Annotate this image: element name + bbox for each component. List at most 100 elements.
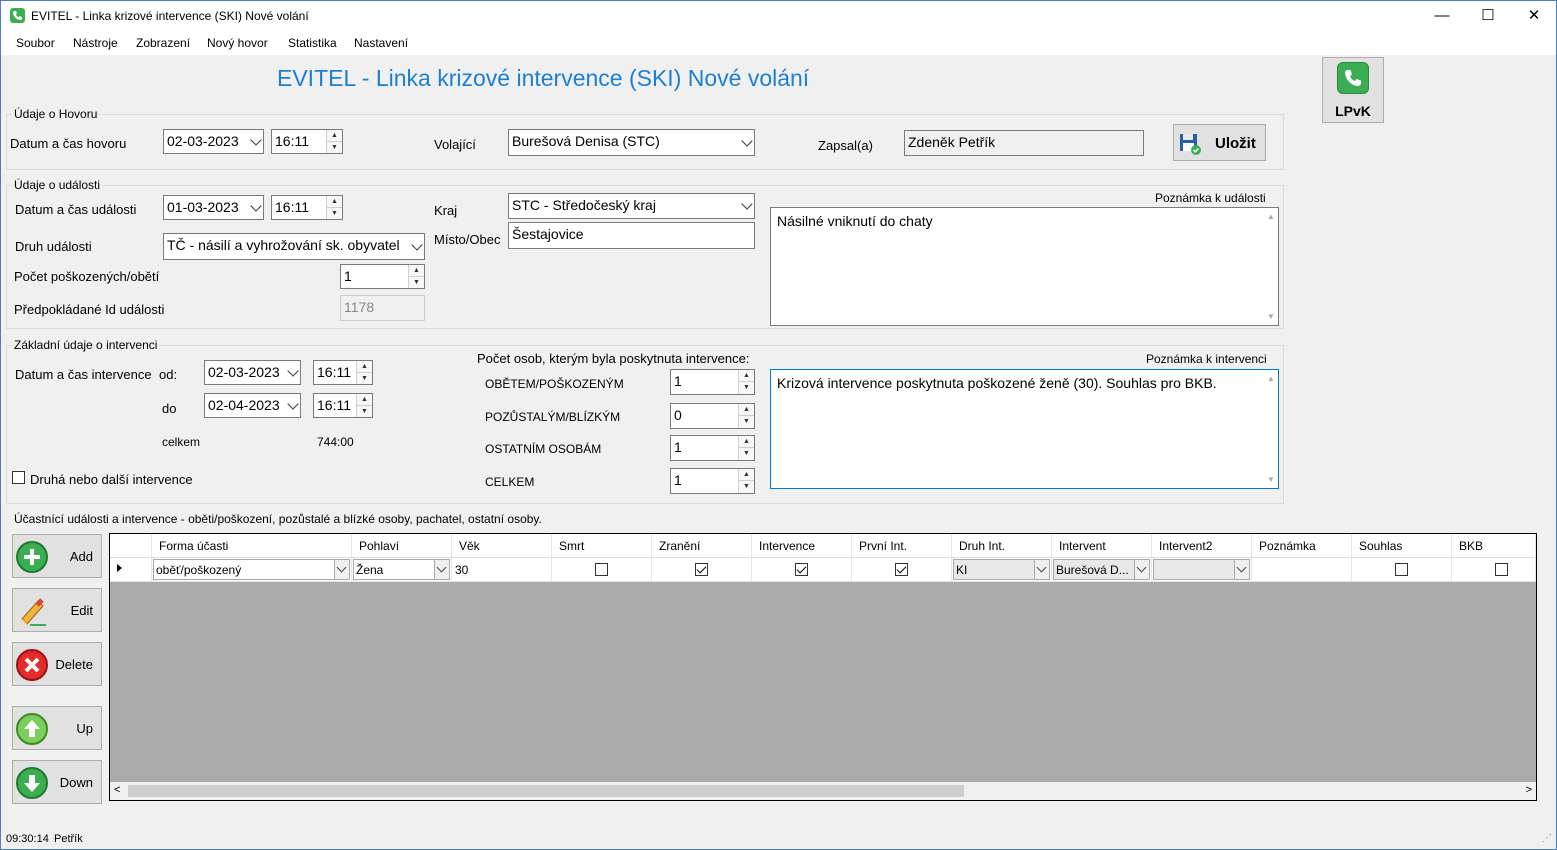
second-intervention-checkbox[interactable]	[12, 471, 25, 484]
vertical-scrollbar[interactable]: ▲ ▼	[1266, 212, 1276, 321]
chevron-down-icon	[334, 560, 349, 579]
cell-smrt[interactable]	[552, 558, 652, 582]
spin-buttons[interactable]: ▲ ▼	[326, 196, 342, 219]
up-button[interactable]: Up	[12, 706, 102, 750]
intervention-datetime-label: Datum a čas intervence	[15, 367, 152, 382]
cell-vek[interactable]: 30	[452, 558, 552, 582]
intervence-checkbox[interactable]	[795, 563, 808, 576]
menu-nastaveni[interactable]: Nastavení	[354, 36, 408, 50]
row-selector[interactable]	[110, 558, 152, 582]
resize-grip-icon[interactable]: ⋰	[1542, 833, 1552, 844]
victims-count-value: 1	[344, 268, 352, 284]
victims-intervention-spinner[interactable]: 1 ▲ ▼	[670, 369, 755, 395]
column-header[interactable]: Intervent2	[1152, 534, 1252, 558]
intervention-from-date[interactable]: 02-03-2023	[204, 360, 301, 385]
title-bar: EVITEL - Linka krizové intervence (SKI) …	[1, 1, 1556, 31]
cell-souhlas[interactable]	[1352, 558, 1452, 582]
others-spinner[interactable]: 1 ▲ ▼	[670, 435, 755, 461]
column-header[interactable]: BKB	[1452, 534, 1536, 558]
column-header[interactable]: Forma účasti	[152, 534, 352, 558]
menu-soubor[interactable]: Soubor	[16, 36, 55, 50]
intervention-note-textarea[interactable]: Krizová intervence poskytnuta poškozené …	[770, 369, 1279, 489]
lpvk-button[interactable]: LPvK	[1322, 57, 1384, 123]
table-row[interactable]: oběť/poškozený Žena 30 KI Burešová D...	[110, 558, 1536, 582]
minimize-button[interactable]: —	[1419, 1, 1465, 31]
spin-buttons[interactable]: ▲ ▼	[356, 394, 372, 417]
smrt-checkbox[interactable]	[595, 563, 608, 576]
horizontal-scrollbar[interactable]: < >	[110, 782, 1536, 800]
intervention-to-date[interactable]: 02-04-2023	[204, 393, 301, 418]
column-header[interactable]: Intervent	[1052, 534, 1152, 558]
event-datetime-label: Datum a čas události	[15, 202, 137, 217]
menu-zobrazeni[interactable]: Zobrazení	[136, 36, 190, 50]
add-button[interactable]: Add	[12, 534, 102, 578]
cell-forma[interactable]: oběť/poškozený	[152, 558, 352, 582]
menu-statistika[interactable]: Statistika	[288, 36, 337, 50]
spin-buttons[interactable]: ▲ ▼	[738, 436, 754, 460]
cell-druh-int[interactable]: KI	[952, 558, 1052, 582]
maximize-button[interactable]: ☐	[1465, 1, 1511, 31]
menu-novy-hovor[interactable]: Nový hovor	[207, 36, 268, 50]
prvni-int-checkbox[interactable]	[895, 563, 908, 576]
place-label: Místo/Obec	[434, 232, 501, 247]
cell-pohlavi[interactable]: Žena	[352, 558, 452, 582]
column-header[interactable]: Intervence	[752, 534, 852, 558]
cell-intervence[interactable]	[752, 558, 852, 582]
call-date-picker[interactable]: 02-03-2023	[163, 129, 264, 154]
column-header[interactable]: Poznámka	[1252, 534, 1352, 558]
column-header[interactable]: Zranění	[652, 534, 752, 558]
spin-buttons[interactable]: ▲ ▼	[356, 361, 372, 384]
cell-zraneni[interactable]	[652, 558, 752, 582]
column-header[interactable]: Smrt	[552, 534, 652, 558]
intervention-group-title: Základní údaje o intervenci	[12, 338, 160, 352]
participants-grid[interactable]: Forma účasti Pohlaví Věk Smrt Zranění In…	[109, 533, 1537, 801]
delete-button[interactable]: Delete	[12, 642, 102, 686]
cell-prvni-int[interactable]	[852, 558, 952, 582]
victims-count-spinner[interactable]: 1 ▲ ▼	[340, 264, 425, 289]
place-field[interactable]: Šestajovice	[508, 222, 755, 249]
column-header[interactable]: Druh Int.	[952, 534, 1052, 558]
spin-buttons[interactable]: ▲ ▼	[738, 469, 754, 493]
total-persons-spinner[interactable]: 1 ▲ ▼	[670, 468, 755, 494]
call-datetime-label: Datum a čas hovoru	[10, 136, 127, 151]
region-combo[interactable]: STC - Středočeský kraj	[508, 193, 755, 219]
event-date-picker[interactable]: 01-03-2023	[163, 195, 264, 220]
column-header[interactable]: První Int.	[852, 534, 952, 558]
menu-nastroje[interactable]: Nástroje	[73, 36, 118, 50]
recorder-field[interactable]: Zdeněk Petřík	[904, 130, 1144, 156]
bkb-checkbox[interactable]	[1495, 563, 1508, 576]
zraneni-checkbox[interactable]	[695, 563, 708, 576]
call-time-spinner[interactable]: 16:11 ▲ ▼	[271, 129, 343, 154]
cell-poznamka[interactable]	[1252, 558, 1352, 582]
scroll-thumb[interactable]	[128, 785, 964, 797]
vertical-scrollbar[interactable]: ▲ ▼	[1266, 374, 1276, 484]
spin-buttons[interactable]: ▲ ▼	[326, 130, 342, 153]
spin-buttons[interactable]: ▲ ▼	[738, 404, 754, 428]
save-icon	[1179, 133, 1201, 155]
edit-button[interactable]: Edit	[12, 588, 102, 632]
column-header[interactable]: Věk	[452, 534, 552, 558]
cell-bkb[interactable]	[1452, 558, 1536, 582]
place-value: Šestajovice	[512, 226, 584, 242]
status-time: 09:30:14	[6, 833, 49, 845]
event-type-combo[interactable]: TČ - násilí a vyhrožování sk. obyvatel	[163, 233, 425, 260]
scroll-right-icon[interactable]: >	[1526, 784, 1532, 796]
column-header[interactable]: Pohlaví	[352, 534, 452, 558]
intervention-to-time[interactable]: 16:11 ▲ ▼	[313, 393, 373, 418]
save-button[interactable]: Uložit	[1173, 124, 1266, 161]
event-note-textarea[interactable]: Násilné vniknutí do chaty ▲ ▼	[770, 207, 1279, 326]
caller-combo[interactable]: Burešová Denisa (STC)	[508, 129, 755, 156]
cell-intervent2[interactable]	[1152, 558, 1252, 582]
spin-buttons[interactable]: ▲ ▼	[738, 370, 754, 394]
column-header[interactable]: Souhlas	[1352, 534, 1452, 558]
down-button[interactable]: Down	[12, 760, 102, 804]
event-time-spinner[interactable]: 16:11 ▲ ▼	[271, 195, 343, 220]
add-label: Add	[69, 549, 93, 564]
souhlas-checkbox[interactable]	[1395, 563, 1408, 576]
spin-buttons[interactable]: ▲ ▼	[408, 265, 424, 288]
scroll-left-icon[interactable]: <	[114, 784, 120, 796]
intervention-from-time[interactable]: 16:11 ▲ ▼	[313, 360, 373, 385]
cell-intervent[interactable]: Burešová D...	[1052, 558, 1152, 582]
bereaved-spinner[interactable]: 0 ▲ ▼	[670, 403, 755, 429]
close-button[interactable]: ✕	[1511, 1, 1557, 31]
